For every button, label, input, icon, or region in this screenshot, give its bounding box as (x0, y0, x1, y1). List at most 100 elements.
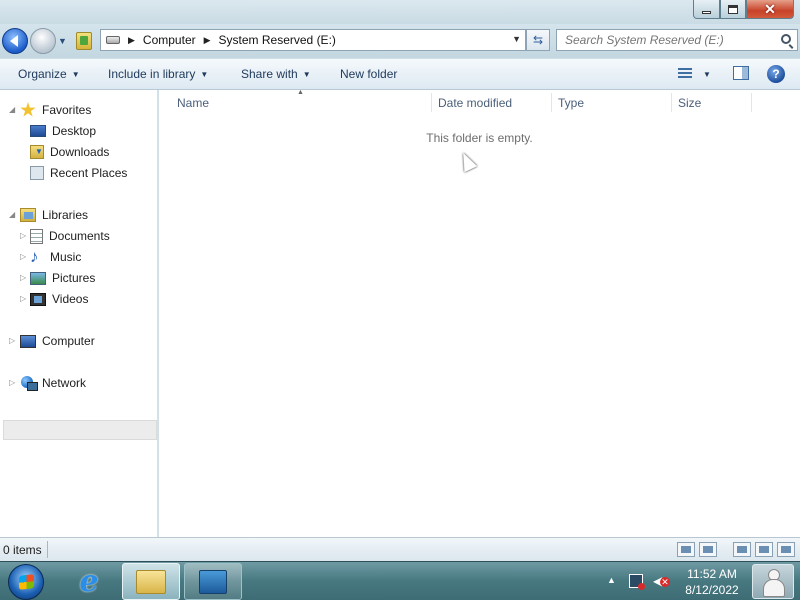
column-divider[interactable] (431, 93, 432, 112)
expander-icon[interactable]: ▷ (20, 273, 26, 282)
computer-icon (20, 334, 36, 348)
refresh-button[interactable]: ⇆ (526, 29, 550, 51)
expander-icon[interactable]: ▷ (9, 336, 15, 345)
help-icon[interactable]: ? (767, 65, 785, 83)
pane-layout-icon[interactable] (733, 542, 751, 557)
column-header-type[interactable]: Type (558, 96, 584, 110)
user-tile-button[interactable] (752, 564, 794, 599)
expander-icon[interactable]: ▷ (20, 231, 26, 240)
nav-videos[interactable]: Videos (30, 289, 88, 309)
nav-music[interactable]: Music (30, 247, 81, 267)
clock-time: 11:52 AM (687, 567, 737, 581)
chevron-down-icon: ▼ (200, 70, 209, 79)
chevron-down-icon: ▼ (71, 70, 80, 79)
file-list[interactable]: ▲ Name Date modified Type Size This fold… (159, 89, 800, 537)
nav-pictures[interactable]: Pictures (30, 268, 95, 288)
address-bar[interactable]: ▶ Computer ▶ System Reserved (E:) ▼ (100, 29, 526, 51)
nav-computer-selection[interactable] (3, 420, 157, 440)
column-header-date-modified[interactable]: Date modified (438, 96, 512, 110)
minimize-button[interactable] (693, 0, 720, 19)
breadcrumb-computer[interactable]: Computer (143, 33, 196, 47)
nav-downloads[interactable]: Downloads (30, 142, 109, 162)
status-divider (47, 541, 48, 558)
nav-documents[interactable]: Documents (30, 226, 110, 246)
recent-pages-dropdown[interactable]: ▼ (58, 36, 67, 46)
chevron-down-icon: ▼ (302, 70, 311, 79)
nav-computer[interactable]: Computer (20, 331, 95, 351)
videos-icon (30, 292, 46, 306)
close-icon: ✕ (764, 0, 776, 17)
start-button[interactable] (8, 564, 44, 600)
nav-desktop[interactable]: Desktop (30, 121, 96, 141)
nav-downloads-label: Downloads (50, 145, 110, 159)
include-in-library-menu[interactable]: Include in library ▼ (108, 67, 208, 81)
preview-pane-icon[interactable] (733, 66, 749, 80)
address-dropdown[interactable]: ▼ (512, 34, 521, 44)
column-divider[interactable] (751, 93, 752, 112)
network-status-icon[interactable] (629, 574, 645, 590)
nav-favorites-label: Favorites (42, 103, 92, 117)
desktop-icon (30, 125, 46, 137)
internet-explorer-icon: e (79, 563, 99, 599)
nav-pictures-label: Pictures (52, 271, 96, 285)
nav-libraries[interactable]: Libraries (20, 205, 88, 225)
minimize-icon (702, 10, 711, 14)
expander-icon[interactable]: ◢ (9, 105, 15, 114)
change-view-icon[interactable] (678, 68, 692, 80)
taskbar: e ▲ ◀ 11:52 AM 8/12/2022 (0, 561, 800, 600)
expander-icon[interactable]: ▷ (9, 378, 15, 387)
column-divider[interactable] (551, 93, 552, 112)
include-in-library-label: Include in library (108, 67, 196, 81)
breadcrumb-drive[interactable]: System Reserved (E:) (219, 33, 336, 47)
large-icons-view-icon[interactable] (699, 542, 717, 557)
nav-computer-label: Computer (42, 334, 95, 348)
nav-recent-places-label: Recent Places (50, 166, 128, 180)
expander-icon[interactable]: ▷ (20, 294, 26, 303)
empty-folder-message: This folder is empty. (426, 131, 533, 145)
taskbar-windows-explorer[interactable] (122, 563, 180, 600)
views-dropdown[interactable]: ▼ (703, 70, 711, 79)
show-hidden-icons-button[interactable]: ▲ (607, 575, 616, 585)
documents-icon (30, 228, 43, 244)
nav-desktop-label: Desktop (52, 124, 97, 138)
details-view-icon[interactable] (677, 542, 695, 557)
volume-muted-icon[interactable]: ◀ (653, 574, 670, 588)
nav-network[interactable]: Network (20, 373, 86, 393)
pane-layout-icon[interactable] (777, 542, 795, 557)
breadcrumb-separator[interactable]: ▶ (204, 35, 211, 46)
taskbar-internet-explorer[interactable]: e (60, 563, 118, 600)
maximize-icon (728, 4, 738, 14)
share-with-menu[interactable]: Share with ▼ (241, 67, 311, 81)
status-bar: 0 items (0, 537, 800, 561)
search-box[interactable] (556, 29, 798, 51)
column-header-size[interactable]: Size (678, 96, 701, 110)
back-button[interactable] (2, 28, 28, 54)
taskbar-control-panel[interactable] (184, 563, 242, 600)
nav-libraries-label: Libraries (42, 208, 89, 222)
nav-recent-places[interactable]: Recent Places (30, 163, 127, 183)
expander-icon[interactable]: ▷ (20, 252, 26, 261)
title-bar[interactable]: ✕ (0, 0, 800, 24)
breadcrumb-separator[interactable]: ▶ (128, 35, 135, 46)
clock-date: 8/12/2022 (685, 583, 739, 597)
explorer-window: ✕ ▼ ▶ Computer ▶ System Reserved (E:) ▼ … (0, 0, 800, 561)
column-divider[interactable] (671, 93, 672, 112)
close-button[interactable]: ✕ (746, 0, 794, 19)
search-icon[interactable] (781, 34, 791, 44)
pane-layout-icon[interactable] (755, 542, 773, 557)
folder-icon (76, 32, 92, 50)
music-icon (30, 247, 44, 267)
nav-favorites[interactable]: Favorites (20, 100, 91, 120)
organize-menu[interactable]: Organize ▼ (18, 67, 80, 81)
downloads-icon (30, 145, 44, 159)
user-icon (763, 568, 785, 597)
libraries-icon (20, 208, 36, 222)
search-input[interactable] (565, 33, 775, 47)
forward-button[interactable] (30, 28, 56, 54)
expander-icon[interactable]: ◢ (9, 210, 15, 219)
maximize-button[interactable] (720, 0, 746, 19)
system-clock[interactable]: 11:52 AM 8/12/2022 (678, 566, 746, 598)
refresh-icon: ⇆ (532, 33, 544, 47)
column-header-name[interactable]: Name (177, 96, 209, 110)
new-folder-button[interactable]: New folder (340, 67, 397, 81)
